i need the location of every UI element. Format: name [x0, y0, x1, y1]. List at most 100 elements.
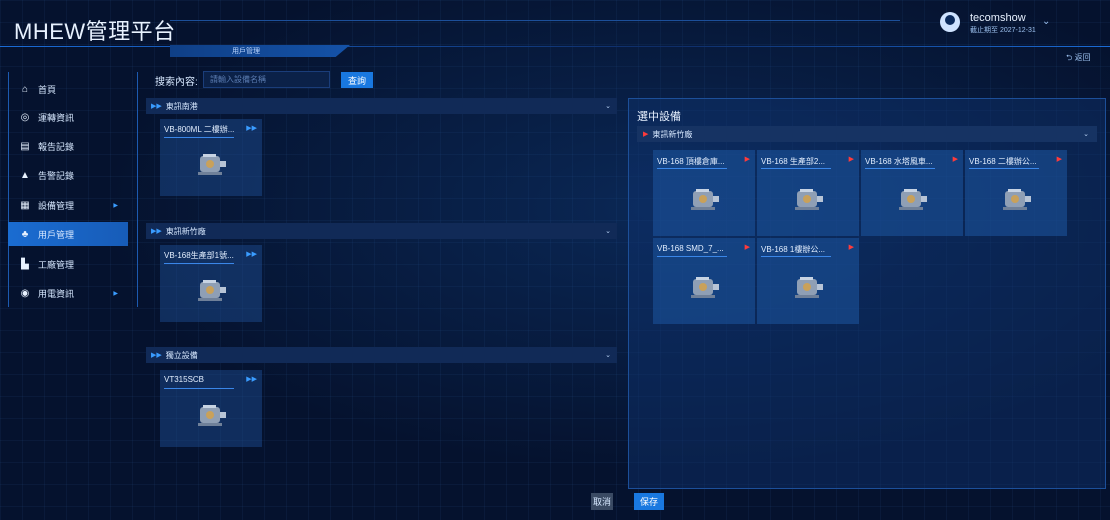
app-title: MHEW管理平台: [14, 19, 176, 44]
motor-icon: [198, 280, 226, 301]
add-arrow-icon[interactable]: ▶▶: [246, 375, 257, 383]
card-underline: [657, 256, 727, 257]
double-arrow-icon: ▶▶: [151, 228, 162, 235]
selected-group-header[interactable]: ▶ 東訊新竹廠 ⌄: [637, 126, 1097, 142]
avatar-icon: [940, 12, 960, 32]
chevron-down-icon[interactable]: ⌄: [605, 351, 611, 359]
selected-device-card[interactable]: VB-168 SMD_7_... ▶: [653, 238, 755, 324]
device-card[interactable]: VT315SCB ▶▶: [160, 370, 262, 447]
group-name: 東訊新竹廠: [652, 129, 693, 139]
device-name: VT315SCB: [164, 375, 205, 384]
device-card[interactable]: VB-168生產部1號... ▶▶: [160, 245, 262, 322]
sidebar-item-label: 設備管理: [38, 200, 75, 211]
home-icon: ⌂: [21, 83, 29, 95]
group-name: 獨立設備: [165, 350, 198, 360]
sidebar-item-label: 工廠管理: [38, 259, 75, 270]
card-underline: [657, 168, 727, 169]
group-header[interactable]: ▶▶ 東訊南港 ⌄: [146, 98, 617, 114]
sidebar-item-label: 告警記錄: [38, 170, 75, 181]
card-underline: [969, 168, 1039, 169]
motor-icon: [691, 189, 719, 210]
group-header[interactable]: ▶▶ 獨立設備 ⌄: [146, 347, 617, 363]
selected-device-card[interactable]: VB-168 頂樓倉庫... ▶: [653, 150, 755, 236]
header: MHEW管理平台 用戶管理 tecomshow 截止期至 2027-12-31 …: [0, 0, 1110, 62]
sidebar-item-alarms[interactable]: ▲ 告警記錄: [8, 163, 128, 187]
sidebar-item-label: 運轉資訊: [38, 112, 75, 123]
sidebar-item-reports[interactable]: ▤ 報告記錄: [8, 134, 128, 158]
user-name: tecomshow: [970, 12, 1026, 24]
back-button[interactable]: ⮌ 返回: [1066, 52, 1091, 66]
selected-device-card[interactable]: VB-168 生產部2... ▶: [757, 150, 859, 236]
remove-arrow-icon[interactable]: ▶: [745, 243, 750, 251]
expand-arrow-icon: ▶: [113, 202, 118, 209]
selected-device-card[interactable]: VB-168 1樓辦公... ▶: [757, 238, 859, 324]
user-menu[interactable]: tecomshow 截止期至 2027-12-31 ⌄: [940, 10, 1100, 40]
sidebar-item-device-management[interactable]: ▦ 設備管理 ▶: [8, 193, 128, 217]
device-name: VB-800ML 二樓辦...: [164, 125, 235, 134]
header-frame-line: [170, 20, 900, 21]
group-header[interactable]: ▶▶ 東訊新竹廠 ⌄: [146, 223, 617, 239]
group-name: 東訊南港: [165, 101, 198, 111]
device-name: VB-168 頂樓倉庫...: [657, 157, 725, 166]
device-name: VB-168 SMD_7_...: [657, 244, 724, 253]
card-underline: [164, 137, 234, 138]
add-arrow-icon[interactable]: ▶▶: [246, 250, 257, 258]
breadcrumb-label: 用戶管理: [232, 48, 260, 55]
chevron-down-icon[interactable]: ⌄: [1083, 130, 1089, 138]
remove-arrow-icon[interactable]: ▶: [849, 155, 854, 163]
motor-icon: [1003, 189, 1031, 210]
motor-icon: [899, 189, 927, 210]
card-underline: [761, 168, 831, 169]
sidebar-item-power-info[interactable]: ◉ 用電資訊 ▶: [8, 281, 128, 305]
save-button[interactable]: 保存: [634, 493, 664, 510]
motor-icon: [795, 277, 823, 298]
bell-icon: ▲: [20, 169, 30, 181]
double-arrow-icon: ▶▶: [151, 352, 162, 359]
remove-arrow-icon[interactable]: ▶: [849, 243, 854, 251]
remove-arrow-icon[interactable]: ▶: [745, 155, 750, 163]
motor-icon: [198, 154, 226, 175]
factory-icon: ▙: [21, 258, 29, 270]
search-button[interactable]: 查詢: [341, 72, 373, 88]
power-icon: ◉: [20, 287, 30, 299]
device-name: VB-168生產部1號...: [164, 251, 234, 260]
double-arrow-icon: ▶▶: [151, 103, 162, 110]
remove-arrow-icon[interactable]: ▶: [953, 155, 958, 163]
sidebar-item-label: 報告記錄: [38, 141, 75, 152]
sidebar-item-label: 首頁: [38, 84, 57, 95]
card-underline: [164, 263, 234, 264]
sidebar-item-label: 用戶管理: [38, 229, 75, 240]
report-icon: ▤: [20, 140, 30, 152]
card-underline: [164, 388, 234, 389]
header-divider: [0, 46, 1110, 47]
device-card[interactable]: VB-800ML 二樓辦... ▶▶: [160, 119, 262, 196]
selected-devices-panel: 選中設備 ▶ 東訊新竹廠 ⌄ VB-168 頂樓倉庫... ▶ VB-168 生…: [628, 98, 1106, 489]
sidebar-item-label: 用電資訊: [38, 288, 75, 299]
chevron-down-icon[interactable]: ⌄: [1042, 16, 1050, 27]
device-name: VB-168 生產部2...: [761, 157, 826, 166]
motor-icon: [691, 277, 719, 298]
selected-device-card[interactable]: VB-168 水塔風車... ▶: [861, 150, 963, 236]
device-name: VB-168 二樓辦公...: [969, 157, 1037, 166]
motor-icon: [795, 189, 823, 210]
back-label: 返回: [1074, 53, 1091, 62]
grid-icon: ▦: [20, 199, 30, 211]
sidebar-item-factory-management[interactable]: ▙ 工廠管理: [8, 252, 128, 276]
sidebar-item-user-management[interactable]: ♣ 用戶管理: [8, 222, 128, 246]
group-name: 東訊新竹廠: [165, 226, 206, 236]
sidebar-item-home[interactable]: ⌂ 首頁: [8, 77, 128, 101]
user-expiry: 截止期至 2027-12-31: [970, 27, 1036, 34]
motor-icon: [198, 405, 226, 426]
search-input[interactable]: [203, 71, 330, 88]
chevron-down-icon[interactable]: ⌄: [605, 227, 611, 235]
remove-arrow-icon[interactable]: ▶: [1057, 155, 1062, 163]
target-icon: ◎: [20, 111, 30, 123]
chevron-down-icon[interactable]: ⌄: [605, 102, 611, 110]
cancel-button[interactable]: 取消: [591, 493, 613, 510]
panel-title: 選中設備: [637, 111, 681, 123]
sidebar-item-operation-info[interactable]: ◎ 運轉資訊: [8, 105, 128, 129]
search-label: 搜索內容:: [155, 77, 198, 88]
selected-device-card[interactable]: VB-168 二樓辦公... ▶: [965, 150, 1067, 236]
add-arrow-icon[interactable]: ▶▶: [246, 124, 257, 132]
remove-arrow-icon: ▶: [643, 131, 649, 138]
